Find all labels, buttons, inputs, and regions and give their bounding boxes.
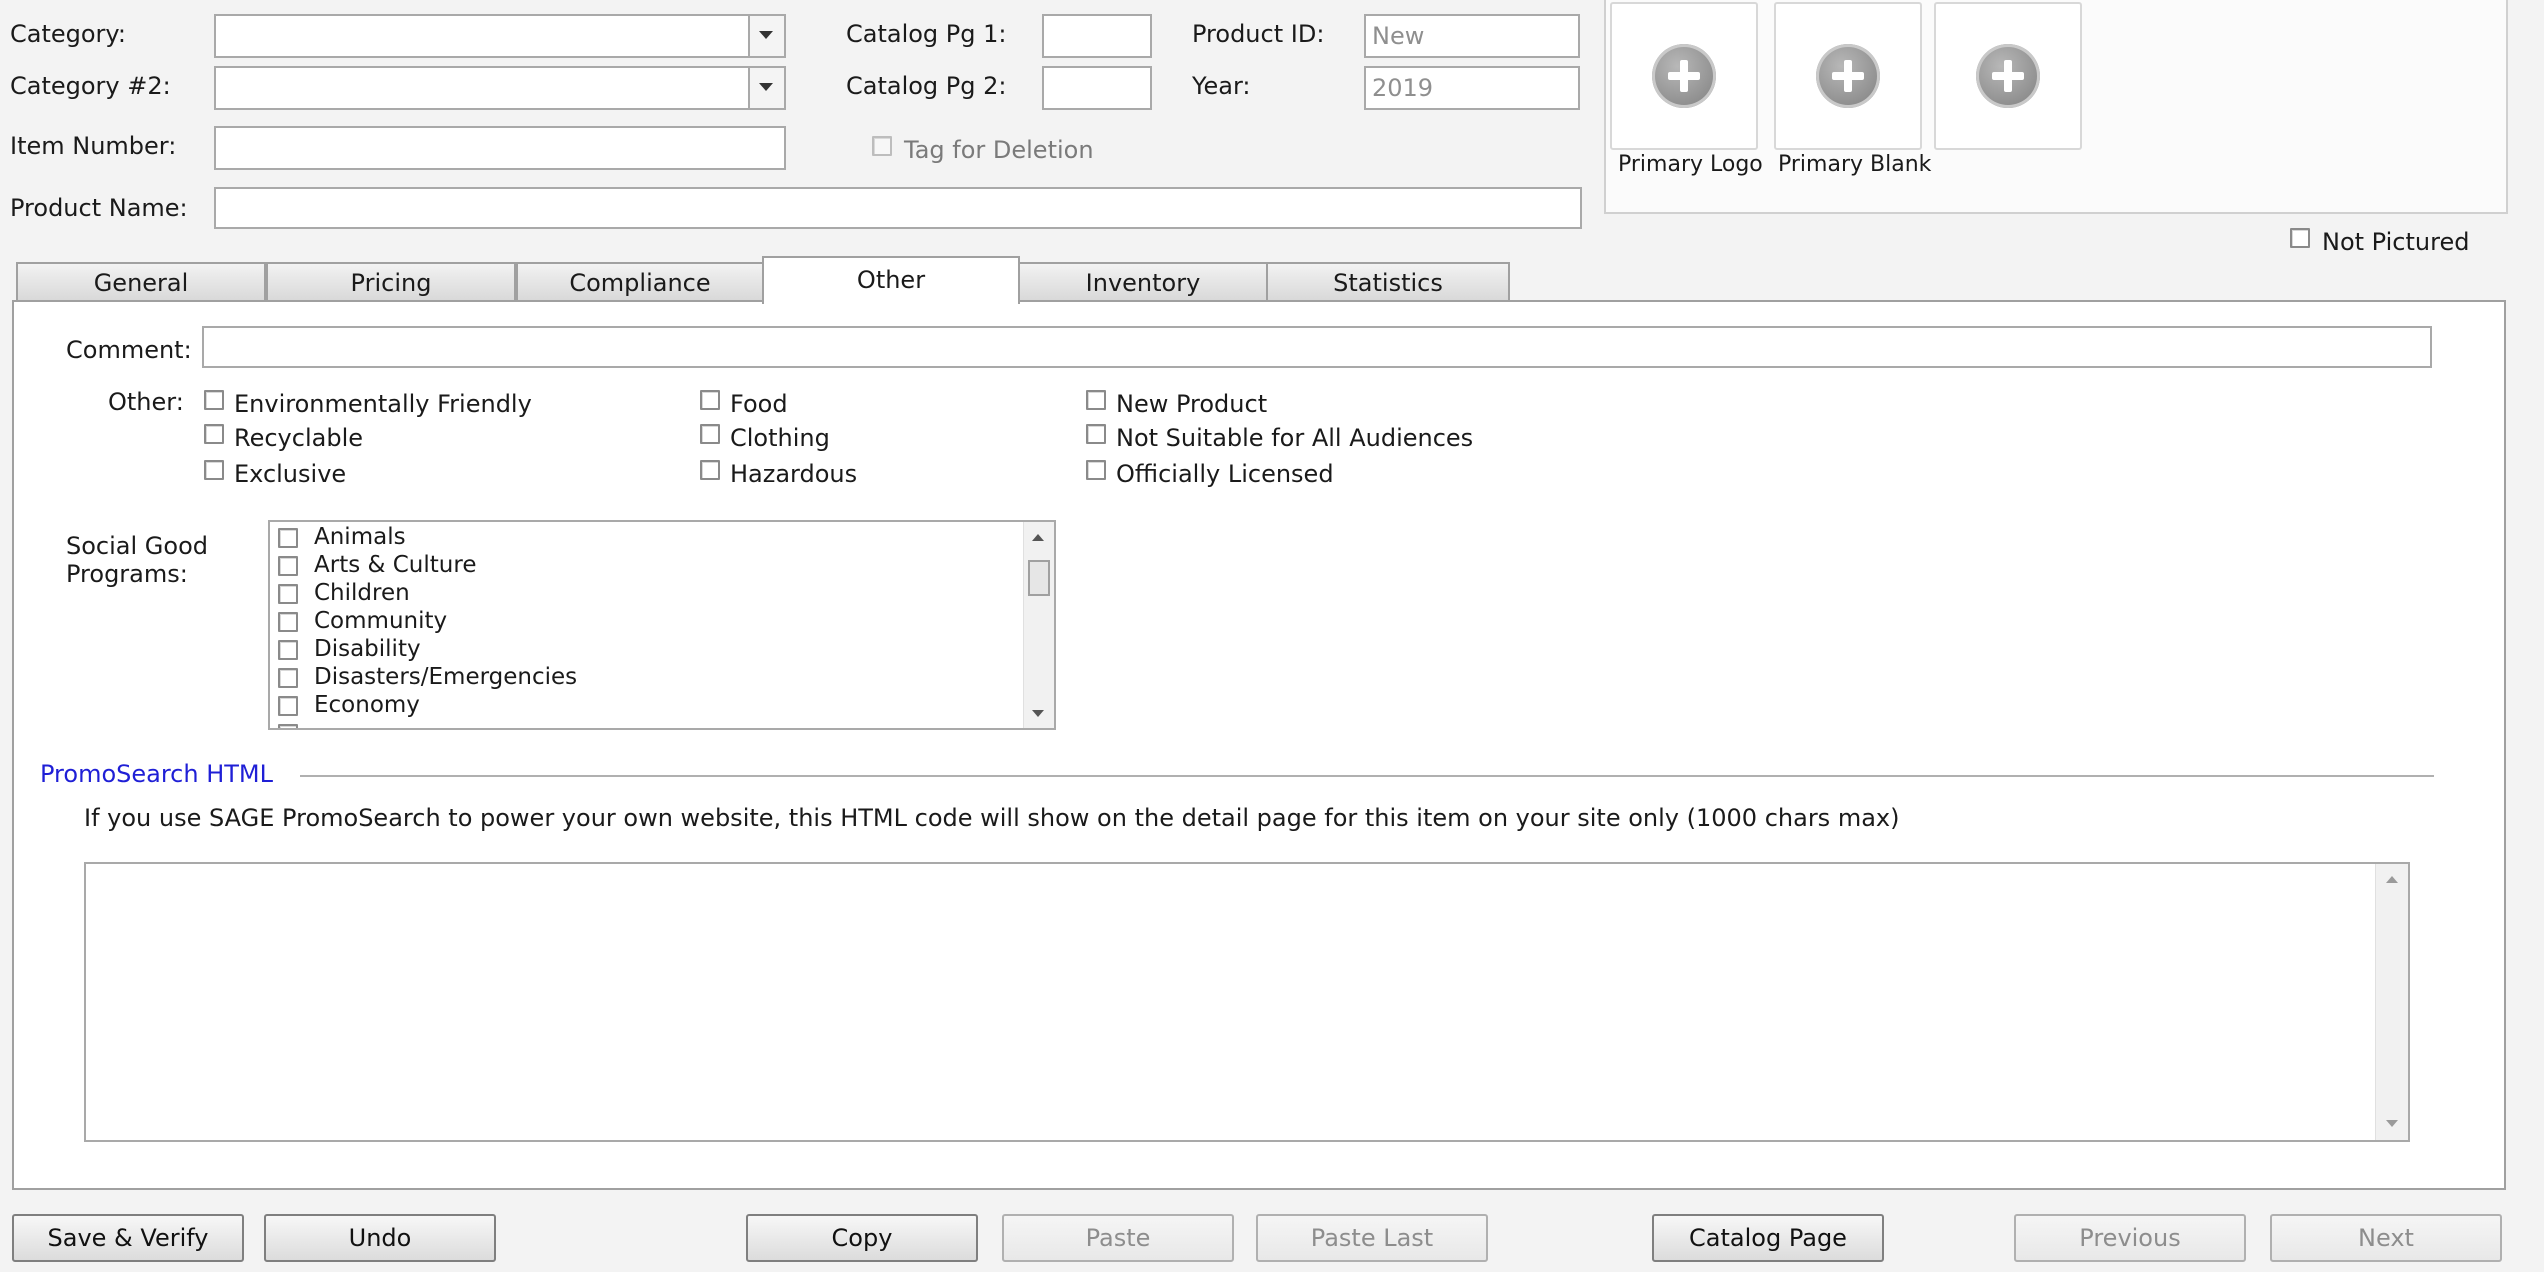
program-checkbox[interactable] (278, 696, 298, 716)
add-circle-icon (1976, 44, 2040, 108)
year-field: 2019 (1364, 66, 1580, 110)
item-number-input[interactable] (214, 126, 786, 170)
not-pictured-checkbox[interactable] (2290, 228, 2310, 248)
tag-for-deletion-checkbox[interactable] (872, 136, 892, 156)
list-scrollbar[interactable] (1023, 522, 1054, 728)
category2-select[interactable] (214, 66, 786, 110)
catalog-pg2-label: Catalog Pg 2: (846, 72, 1007, 100)
next-button[interactable]: Next (2270, 1214, 2502, 1262)
program-checkbox[interactable] (278, 528, 298, 548)
program-label: Community (314, 608, 448, 634)
catalog-pg1-input[interactable] (1042, 14, 1152, 58)
program-label: Children (314, 580, 410, 606)
tab-pricing[interactable]: Pricing (266, 262, 516, 300)
catalog-pg2-input[interactable] (1042, 66, 1152, 110)
scroll-up-icon[interactable] (2386, 876, 2398, 883)
save-verify-button[interactable]: Save & Verify (12, 1214, 244, 1262)
program-checkbox[interactable] (278, 584, 298, 604)
tab-inventory[interactable]: Inventory (1018, 262, 1268, 300)
program-label: Animals (314, 524, 406, 550)
comment-input[interactable] (202, 326, 2432, 368)
undo-button[interactable]: Undo (264, 1214, 496, 1262)
tab-other[interactable]: Other (762, 256, 1020, 304)
promosearch-html-textarea[interactable] (84, 862, 2410, 1142)
chevron-down-icon[interactable] (748, 68, 784, 108)
social-good-programs-list[interactable]: Animals Arts & Culture Children Communit… (268, 520, 1056, 730)
add-circle-icon (1816, 44, 1880, 108)
image-tile-primary-blank[interactable] (1774, 2, 1922, 150)
chevron-down-icon[interactable] (748, 16, 784, 56)
not-pictured-label: Not Pictured (2322, 228, 2470, 256)
category-select[interactable] (214, 14, 786, 58)
program-label: Disasters/Emergencies (314, 664, 578, 690)
program-label: Economy (314, 692, 420, 718)
copy-button[interactable]: Copy (746, 1214, 978, 1262)
product-id-field: New (1364, 14, 1580, 58)
catalog-pg1-label: Catalog Pg 1: (846, 20, 1007, 48)
image-caption-primary-blank: Primary Blank (1778, 152, 1932, 177)
catalog-page-button[interactable]: Catalog Page (1652, 1214, 1884, 1262)
image-tile-third[interactable] (1934, 2, 2082, 150)
image-caption-primary-logo: Primary Logo (1618, 152, 1763, 177)
add-circle-icon (1652, 44, 1716, 108)
year-label: Year: (1192, 72, 1251, 100)
tab-statistics[interactable]: Statistics (1266, 262, 1510, 300)
product-name-label: Product Name: (10, 194, 188, 222)
program-label: Arts & Culture (314, 552, 477, 578)
program-checkbox[interactable] (278, 668, 298, 688)
program-checkbox[interactable] (278, 556, 298, 576)
product-id-label: Product ID: (1192, 20, 1325, 48)
textarea-scrollbar[interactable] (2375, 864, 2408, 1140)
item-number-label: Item Number: (10, 132, 177, 160)
tag-for-deletion-label: Tag for Deletion (904, 136, 1094, 164)
scroll-thumb[interactable] (1028, 560, 1050, 596)
program-label: Disability (314, 636, 421, 662)
category2-label: Category #2: (10, 72, 171, 100)
program-checkbox (278, 724, 298, 728)
category-label: Category: (10, 20, 126, 48)
previous-button[interactable]: Previous (2014, 1214, 2246, 1262)
tab-compliance[interactable]: Compliance (516, 262, 764, 300)
image-tile-primary-logo[interactable] (1610, 2, 1758, 150)
paste-last-button[interactable]: Paste Last (1256, 1214, 1488, 1262)
program-checkbox[interactable] (278, 640, 298, 660)
product-name-input[interactable] (214, 187, 1582, 229)
program-checkbox[interactable] (278, 612, 298, 632)
scroll-down-icon[interactable] (1032, 710, 1044, 717)
scroll-up-icon[interactable] (1032, 534, 1044, 541)
tab-general[interactable]: General (16, 262, 266, 300)
paste-button[interactable]: Paste (1002, 1214, 1234, 1262)
scroll-down-icon[interactable] (2386, 1120, 2398, 1127)
